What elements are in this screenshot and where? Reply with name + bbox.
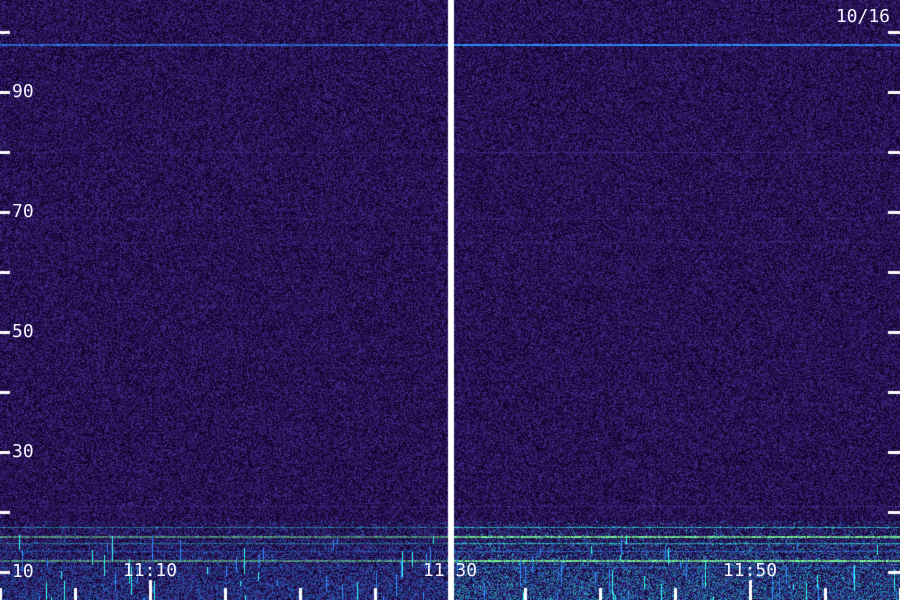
frequency-label-30: 30	[12, 441, 34, 462]
frequency-label-90: 90	[12, 81, 34, 102]
frequency-label-10: 10	[12, 561, 34, 582]
spectrogram-viewer: 10/16 90 70 50 30 10 11:10 11:30 11:50	[0, 0, 900, 600]
time-label-1150: 11:50	[722, 560, 778, 581]
frequency-label-70: 70	[12, 201, 34, 222]
time-label-1110: 11:10	[122, 560, 178, 581]
spectrogram-plot	[0, 0, 900, 600]
time-label-1130: 11:30	[422, 560, 478, 581]
date-label: 10/16	[835, 6, 890, 27]
frequency-label-50: 50	[12, 321, 34, 342]
